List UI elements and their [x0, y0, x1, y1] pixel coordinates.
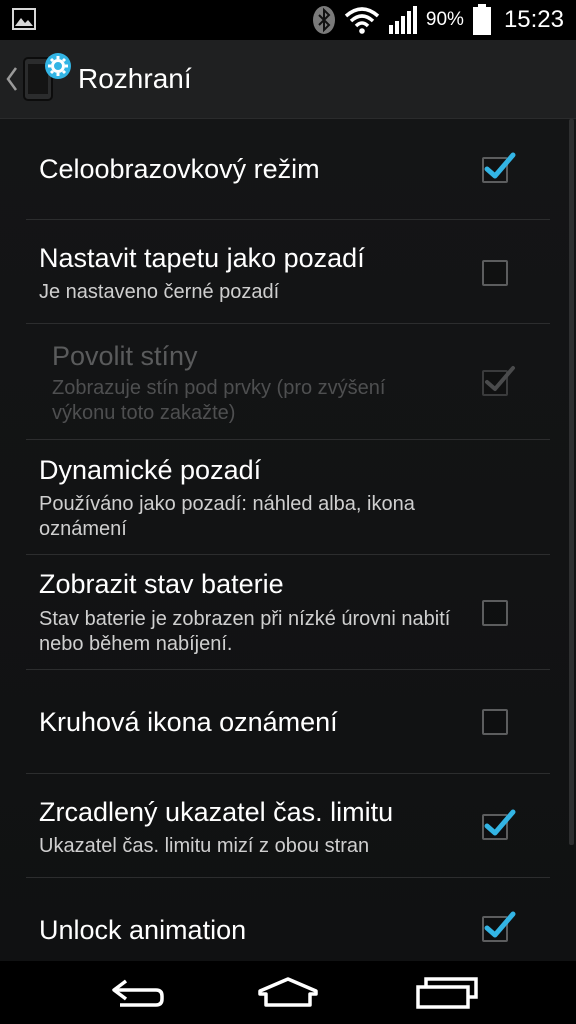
chevron-left-icon[interactable]: [4, 64, 20, 94]
fullscreen-checkbox[interactable]: [482, 152, 516, 183]
round-icon-checkbox[interactable]: [482, 709, 508, 735]
checkmark-icon: [485, 366, 515, 391]
setting-title: Zobrazit stav baterie: [39, 569, 284, 599]
checkmark-icon: [484, 809, 516, 836]
setting-dynamic-background[interactable]: Dynamické pozadí Používáno jako pozadí: …: [26, 440, 550, 555]
signal-icon: [388, 6, 417, 34]
action-bar: Rozhraní: [0, 40, 576, 119]
clock: 15:23: [503, 6, 564, 33]
screen-title: Rozhraní: [78, 63, 192, 94]
setting-summary: Ukazatel čas. limitu mizí z obou stran: [39, 835, 370, 857]
setting-title: Kruhová ikona oznámení: [39, 707, 338, 737]
setting-round-notification-icon[interactable]: Kruhová ikona oznámení: [26, 670, 550, 774]
bluetooth-icon: [312, 6, 335, 34]
scrollbar[interactable]: [569, 119, 574, 845]
setting-fullscreen-mode[interactable]: Celoobrazovkový režim: [26, 119, 550, 220]
setting-wallpaper-background[interactable]: Nastavit tapetu jako pozadí Je nastaveno…: [26, 220, 550, 324]
setting-title: Zrcadlený ukazatel čas. limitu: [39, 797, 394, 827]
wifi-icon: [344, 7, 380, 34]
setting-title: Unlock animation: [39, 915, 247, 945]
navigation-bar: [0, 961, 576, 1024]
battery-percent: 90%: [425, 9, 464, 30]
back-icon[interactable]: [104, 971, 184, 1013]
setting-summary: Používáno jako pozadí: náhled alba, ikon…: [39, 493, 415, 540]
setting-title: Nastavit tapetu jako pozadí: [39, 243, 365, 273]
setting-battery-status[interactable]: Zobrazit stav baterie Stav baterie je zo…: [26, 555, 550, 670]
setting-title: Povolit stíny: [52, 341, 198, 371]
setting-enable-shadows: Povolit stíny Zobrazuje stín pod prvky (…: [26, 324, 550, 440]
gallery-icon: [12, 8, 36, 30]
status-icons: 90% 15:23: [304, 0, 564, 40]
unlock-animation-checkbox[interactable]: [482, 911, 516, 942]
status-bar: 90% 15:23: [0, 0, 576, 40]
checkmark-icon: [484, 911, 516, 938]
setting-unlock-animation[interactable]: Unlock animation: [26, 878, 550, 961]
setting-summary: Stav baterie je zobrazen při nízké úrovn…: [39, 608, 451, 655]
setting-summary: Zobrazuje stín pod prvky (pro zvýšení vý…: [52, 377, 386, 424]
setting-summary: Je nastaveno černé pozadí: [39, 281, 280, 303]
mirrored-indicator-checkbox[interactable]: [482, 809, 516, 840]
home-icon[interactable]: [248, 971, 328, 1013]
recent-apps-icon[interactable]: [410, 971, 490, 1013]
screen: 90% 15:23 Rozhraní Celoobrazovkový režim…: [0, 0, 576, 1024]
setting-title: Celoobrazovkový režim: [39, 154, 320, 184]
shadows-checkbox: [482, 366, 515, 396]
setting-title: Dynamické pozadí: [39, 455, 262, 485]
battery-status-checkbox[interactable]: [482, 600, 508, 626]
checkmark-icon: [484, 152, 516, 179]
settings-app-icon[interactable]: [22, 52, 74, 104]
battery-icon: [472, 4, 491, 35]
setting-mirrored-timeout-indicator[interactable]: Zrcadlený ukazatel čas. limitu Ukazatel …: [26, 774, 550, 878]
settings-list[interactable]: Celoobrazovkový režim Nastavit tapetu ja…: [0, 119, 576, 961]
wallpaper-checkbox[interactable]: [482, 260, 508, 286]
